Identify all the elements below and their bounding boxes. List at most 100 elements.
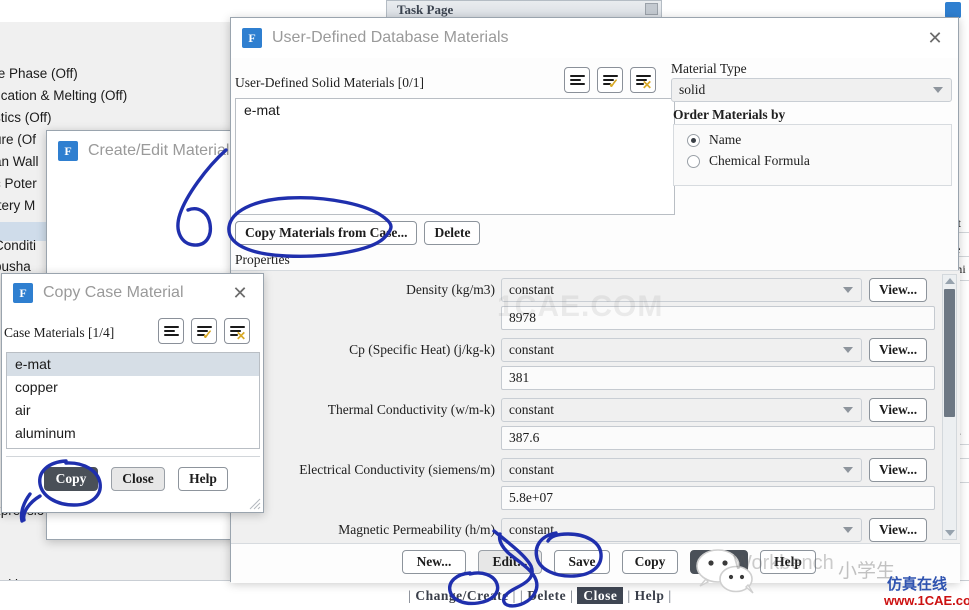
tree-item-7[interactable]: Conditi (0, 238, 36, 253)
screenshot-root: te Phase (Off) fication & Melting (Off) … (0, 0, 969, 610)
udm-title: User-Defined Database Materials (272, 29, 509, 46)
tree-item-1[interactable]: fication & Melting (Off) (0, 88, 127, 103)
create-edit-title: Create/Edit Materials (88, 142, 238, 159)
copy-button[interactable]: Copy (44, 467, 98, 491)
property-method-select[interactable]: constant (501, 458, 862, 482)
material-type-select[interactable]: solid (671, 78, 952, 102)
tree-item-2[interactable]: stics (Off) (0, 110, 52, 125)
material-type-value: solid (679, 82, 706, 97)
radio-name-icon[interactable] (687, 133, 700, 147)
property-label: Thermal Conductivity (w/m-k) (327, 402, 495, 417)
tree-item-0[interactable]: te Phase (Off) (0, 66, 78, 81)
sep-2: | (566, 588, 578, 603)
property-label: Electrical Conductivity (siemens/m) (299, 462, 495, 477)
order-option-name-label: Name (709, 132, 742, 147)
list-item[interactable]: e-mat (7, 353, 259, 376)
property-method-select[interactable]: constant (501, 398, 862, 422)
watermark-site-cn: 仿真在线 (887, 575, 948, 593)
bg-button-help[interactable]: Help (635, 588, 665, 603)
copy-case-titlebar: F Copy Case Material ✕ (2, 274, 263, 312)
copy-case-divider (6, 456, 260, 457)
watermark-center: 1CAE.COM (497, 290, 664, 323)
property-row: Magnetic Permeability (h/m) constant Vie… (231, 516, 946, 546)
tree-item-3[interactable]: ure (Of (0, 132, 36, 147)
order-materials-by-label: Order Materials by (673, 107, 786, 122)
property-view-button[interactable]: View... (869, 278, 928, 302)
background-button-row: | Change/Create | | Delete | Close | Hel… (408, 587, 672, 604)
copy-case-material-dialog[interactable]: F Copy Case Material ✕ Case Materials [1… (1, 273, 264, 513)
list-x-icon[interactable]: ✕ (630, 67, 656, 93)
property-method-value: constant (509, 402, 554, 417)
close-icon[interactable]: ✕ (229, 282, 251, 304)
create-edit-titlebar: F Create/Edit Materials (47, 131, 238, 171)
tree-item-6[interactable]: ttery M (0, 198, 35, 213)
new-button[interactable]: New... (402, 550, 466, 574)
list-check-icon[interactable]: ✓ (191, 318, 217, 344)
property-value-input[interactable]: 387.6 (501, 426, 935, 450)
scroll-up-arrow[interactable] (945, 278, 955, 284)
properties-label: Properties (235, 252, 290, 267)
scroll-thumb[interactable] (944, 289, 955, 417)
property-method-select[interactable]: constant (501, 518, 862, 542)
save-button[interactable]: Save (554, 550, 610, 574)
fluent-f-icon: F (242, 28, 262, 48)
property-row: Electrical Conductivity (siemens/m) cons… (231, 456, 946, 516)
property-method-value: constant (509, 522, 554, 537)
order-option-chemical-formula-label: Chemical Formula (709, 153, 810, 168)
sep-1: | | (508, 588, 528, 603)
property-row: Thermal Conductivity (w/m-k) constant Vi… (231, 396, 946, 456)
chevron-down-icon (843, 527, 853, 533)
task-page-pin-icon[interactable] (645, 3, 658, 15)
resize-grip-icon[interactable] (247, 496, 261, 510)
bg-button-close[interactable]: Close (577, 587, 624, 604)
property-view-button[interactable]: View... (869, 398, 928, 422)
list-item[interactable]: e-mat (236, 99, 674, 122)
udm-titlebar: F User-Defined Database Materials ✕ (231, 18, 958, 58)
property-value-input[interactable]: 5.8e+07 (501, 486, 935, 510)
property-method-select[interactable]: constant (501, 338, 862, 362)
property-view-button[interactable]: View... (869, 338, 928, 362)
list-item[interactable]: aluminum (7, 422, 259, 445)
delete-button[interactable]: Delete (424, 221, 481, 245)
scroll-down-arrow[interactable] (945, 530, 955, 536)
close-icon[interactable]: ✕ (924, 27, 946, 49)
property-label: Cp (Specific Heat) (j/kg-k) (349, 342, 495, 357)
udm-list-actions: Copy Materials from Case... Delete (235, 221, 481, 245)
list-check-icon[interactable]: ✓ (597, 67, 623, 93)
bg-button-delete[interactable]: Delete (527, 588, 566, 603)
tree-item-8[interactable]: busha (0, 259, 31, 274)
list-icon[interactable] (158, 318, 184, 344)
list-x-icon[interactable]: ✕ (224, 318, 250, 344)
copy-materials-from-case-button[interactable]: Copy Materials from Case... (235, 221, 418, 245)
property-value-input[interactable]: 381 (501, 366, 935, 390)
udm-materials-list[interactable]: e-mat (235, 98, 675, 215)
property-view-button[interactable]: View... (869, 518, 928, 542)
sep-4: | (664, 588, 672, 603)
close-button[interactable]: Close (111, 467, 165, 491)
list-icon[interactable] (564, 67, 590, 93)
radio-chemical-formula-icon[interactable] (687, 154, 700, 168)
order-option-name[interactable]: Name (674, 125, 951, 148)
property-view-button[interactable]: View... (869, 458, 928, 482)
list-item[interactable]: copper (7, 376, 259, 399)
chevron-down-icon (933, 87, 943, 93)
edit-button[interactable]: Edit... (478, 550, 542, 574)
chevron-down-icon (843, 287, 853, 293)
help-button[interactable]: Help (178, 467, 228, 491)
watermark-brand: Workbench (733, 552, 834, 574)
tree-item-5[interactable]: c Poter (0, 176, 37, 191)
bg-button-change-create[interactable]: Change/Create (415, 588, 508, 603)
property-method-value: constant (509, 462, 554, 477)
udm-list-header: User-Defined Solid Materials [0/1] (235, 75, 425, 90)
chevron-down-icon (843, 407, 853, 413)
case-materials-list[interactable]: e-mat copper air aluminum (6, 352, 260, 449)
order-materials-by-group: Name Chemical Formula (673, 124, 952, 186)
copy-case-list-header: Case Materials [1/4] (4, 325, 115, 340)
copy-case-buttons: Copy Close Help (44, 467, 228, 491)
tree-item-4[interactable]: an Wall (0, 154, 39, 169)
copy-button[interactable]: Copy (622, 550, 678, 574)
order-option-chemical-formula[interactable]: Chemical Formula (674, 148, 951, 169)
property-method-value: constant (509, 342, 554, 357)
properties-scrollbar[interactable] (942, 274, 957, 540)
list-item[interactable]: air (7, 399, 259, 422)
